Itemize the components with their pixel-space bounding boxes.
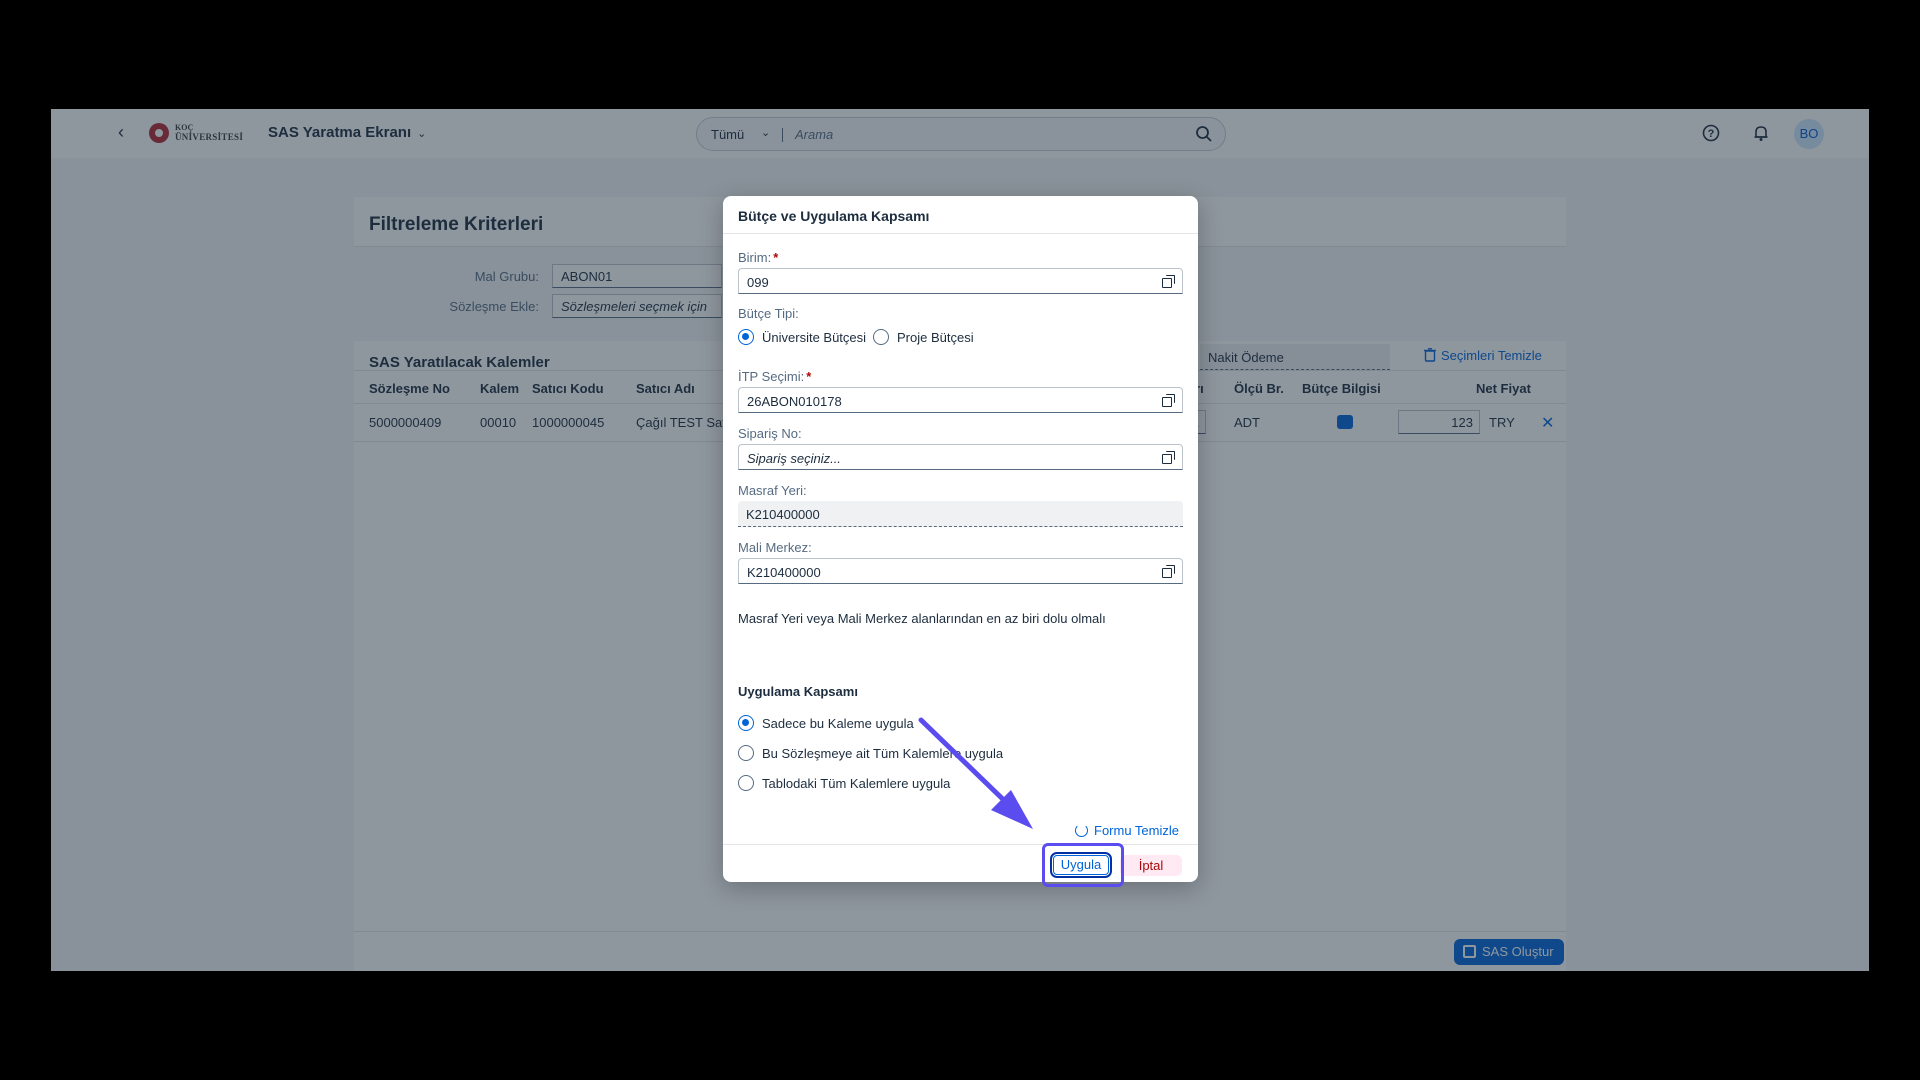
value-help-icon[interactable] <box>1162 275 1175 288</box>
dialog-title: Bütçe ve Uygulama Kapsamı <box>738 208 930 224</box>
radio-scope-contract-items[interactable] <box>738 745 754 761</box>
birim-label-text: Birim: <box>738 250 772 265</box>
mali-merkez-input[interactable]: K210400000 <box>738 558 1183 584</box>
itp-value: 26ABON010178 <box>747 394 842 409</box>
itp-label-text: İTP Seçimi: <box>738 369 805 384</box>
radio-scope-this-item[interactable] <box>738 715 754 731</box>
scope-section-title: Uygulama Kapsamı <box>738 684 858 699</box>
birim-label: Birim: * <box>738 250 778 265</box>
required-mark: * <box>773 250 779 265</box>
dialog-header: Bütçe ve Uygulama Kapsamı <box>723 196 1198 234</box>
radio-proje-label[interactable]: Proje Bütçesi <box>897 330 974 345</box>
value-help-icon[interactable] <box>1162 565 1175 578</box>
cancel-button[interactable]: İptal <box>1120 855 1182 876</box>
butce-tipi-label: Bütçe Tipi: <box>738 306 799 321</box>
siparis-label: Sipariş No: <box>738 426 802 441</box>
reset-icon <box>1075 824 1088 837</box>
radio-scope-this-item-label[interactable]: Sadece bu Kaleme uygula <box>762 716 914 731</box>
siparis-input[interactable]: Sipariş seçiniz... <box>738 444 1183 470</box>
validation-hint: Masraf Yeri veya Mali Merkez alanlarında… <box>738 611 1106 626</box>
dialog-footer: Uygula İptal <box>723 844 1198 882</box>
siparis-placeholder: Sipariş seçiniz... <box>747 451 841 466</box>
birim-input[interactable]: 099 <box>738 268 1183 294</box>
highlight-box <box>1042 843 1124 887</box>
app-window: ‹ KOÇ ÜNİVERSİTESİ SAS Yaratma Ekranı⌄ T… <box>51 109 1869 971</box>
radio-scope-all-items[interactable] <box>738 775 754 791</box>
mali-merkez-value: K210400000 <box>747 565 821 580</box>
value-help-icon[interactable] <box>1162 451 1175 464</box>
radio-universite-label[interactable]: Üniversite Bütçesi <box>762 330 866 345</box>
itp-label: İTP Seçimi: * <box>738 369 811 384</box>
value-help-icon[interactable] <box>1162 394 1175 407</box>
budget-dialog: Bütçe ve Uygulama Kapsamı Birim: * 099 Bü… <box>723 196 1198 882</box>
radio-proje-butcesi[interactable] <box>873 329 889 345</box>
masraf-yeri-field: K210400000 <box>738 501 1183 527</box>
masraf-yeri-label: Masraf Yeri: <box>738 483 807 498</box>
radio-scope-contract-items-label[interactable]: Bu Sözleşmeye ait Tüm Kalemlere uygula <box>762 746 1003 761</box>
mali-merkez-label: Mali Merkez: <box>738 540 812 555</box>
reset-form-button[interactable]: Formu Temizle <box>1075 823 1179 838</box>
reset-form-label: Formu Temizle <box>1094 823 1180 838</box>
birim-value: 099 <box>747 275 769 290</box>
itp-input[interactable]: 26ABON010178 <box>738 387 1183 413</box>
required-mark: * <box>806 369 812 384</box>
radio-universite-butcesi[interactable] <box>738 329 754 345</box>
radio-scope-all-items-label[interactable]: Tablodaki Tüm Kalemlere uygula <box>762 776 950 791</box>
